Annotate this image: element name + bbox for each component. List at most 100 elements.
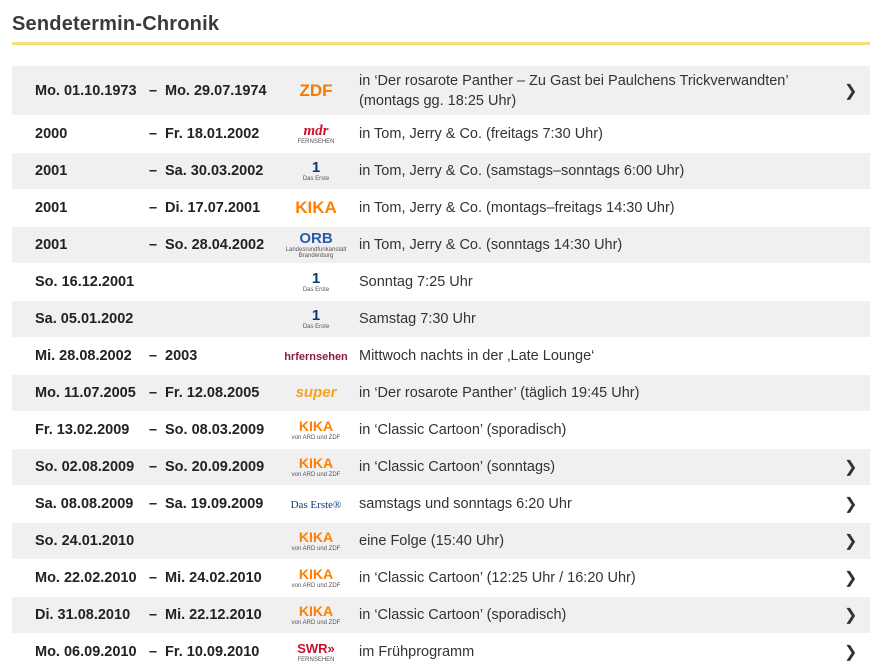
broadcast-description: in ‘Classic Cartoon’ (12:25 Uhr / 16:20 … xyxy=(359,570,636,586)
table-row: 2001 – So. 28.04.2002 ORB Landesrundfunkanst… xyxy=(12,227,870,264)
end-date: Fr. 10.09.2010 xyxy=(165,644,260,660)
channel-logo-text: KIKA xyxy=(298,418,334,434)
channel-logo-text: KIKA xyxy=(295,198,337,217)
channel-logo: KIKA von ARD und ZDF xyxy=(284,601,348,629)
broadcast-description: samstags und sonntags 6:20 Uhr xyxy=(359,496,572,512)
channel-logo-text: 1 xyxy=(311,270,321,287)
channel-logo: Das Erste® xyxy=(284,490,348,518)
start-date: Mo. 11.07.2005 xyxy=(35,385,136,401)
table-row: So. 16.12.2001 1 Das Erste Sonntag 7:25 Uhr xyxy=(12,264,870,301)
end-date: Fr. 12.08.2005 xyxy=(165,385,260,401)
table-row[interactable]: Mo. 01.10.1973– Mo. 29.07.1974 ZDF in ‘Der … xyxy=(12,66,870,116)
broadcast-description: Mittwoch nachts in der ‚Late Lounge‘ xyxy=(359,348,595,364)
table-row[interactable]: Di. 31.08.2010 – Mi. 22.12.2010 KIKA von ARD… xyxy=(12,597,870,634)
start-date: 2000 xyxy=(35,126,68,142)
channel-logo: super xyxy=(284,379,348,407)
channel-logo: KIKA von ARD und ZDF xyxy=(284,453,348,481)
table-row: Sa. 05.01.2002 1 Das Erste Samstag 7:30 Uhr xyxy=(12,301,870,338)
start-date: Sa. 08.08.2009 xyxy=(35,496,134,512)
channel-logo-subtext: von ARD und ZDF xyxy=(291,472,341,478)
start-date: Mo. 01.10.1973 xyxy=(35,82,137,99)
channel-logo: SWR» FERNSEHEN xyxy=(284,638,348,666)
start-date: Mi. 28.08.2002 xyxy=(35,348,132,364)
date-dash: – xyxy=(149,237,158,253)
date-dash: – xyxy=(149,607,158,623)
page-title: Sendetermin-Chronik xyxy=(12,13,220,35)
date-dash: – xyxy=(149,82,158,99)
chevron-right-icon[interactable]: ❯ xyxy=(844,81,857,101)
channel-logo: KIKA von ARD und ZDF xyxy=(284,564,348,592)
channel-logo-subtext: von ARD und ZDF xyxy=(291,620,341,626)
channel-logo-subtext: Das Erste xyxy=(302,324,330,330)
channel-logo-text: hrfernsehen xyxy=(284,351,348,363)
date-dash: – xyxy=(149,644,158,660)
channel-logo-subtext: Landesrundfunkanstalt Brandenburg xyxy=(285,247,347,259)
end-date: Sa. 19.09.2009 xyxy=(165,496,264,512)
table-row[interactable]: Mo. 22.02.2010– Mi. 24.02.2010 KIKA von ARD… xyxy=(12,560,870,597)
table-row[interactable]: Mo. 06.09.2010– Fr. 10.09.2010 SWR» FERNSEH… xyxy=(12,634,870,671)
chevron-right-icon[interactable]: ❯ xyxy=(844,531,857,551)
end-date: Sa. 30.03.2002 xyxy=(165,163,264,179)
end-date: So. 28.04.2002 xyxy=(165,237,265,253)
chevron-right-icon[interactable]: ❯ xyxy=(844,642,857,662)
broadcast-description: in Tom, Jerry & Co. (sonntags 14:30 Uhr) xyxy=(359,237,623,253)
channel-logo-text: ZDF xyxy=(299,80,333,100)
channel-logo-subtext: von ARD und ZDF xyxy=(291,583,341,589)
table-row[interactable]: Sa. 08.08.2009– Sa. 19.09.2009 Das Erste® s… xyxy=(12,486,870,523)
date-dash: – xyxy=(149,496,158,512)
channel-logo-text: KIKA xyxy=(298,566,334,582)
date-dash: – xyxy=(149,570,158,586)
broadcast-description: in ‘Classic Cartoon’ (sporadisch) xyxy=(359,422,567,438)
start-date: Di. 31.08.2010 xyxy=(35,607,131,623)
channel-logo-subtext: von ARD und ZDF xyxy=(291,435,341,441)
channel-logo: 1 Das Erste xyxy=(284,305,348,333)
start-date: So. 24.01.2010 xyxy=(35,533,135,549)
date-dash: – xyxy=(149,459,158,475)
broadcast-description: im Frühprogramm xyxy=(359,644,475,660)
channel-logo: ZDF xyxy=(284,77,348,105)
end-date: 2003 xyxy=(165,348,198,364)
channel-logo-subtext: FERNSEHEN xyxy=(297,657,335,663)
chevron-right-icon[interactable]: ❯ xyxy=(844,605,857,625)
end-date: Mi. 22.12.2010 xyxy=(165,607,262,623)
chevron-right-icon[interactable]: ❯ xyxy=(844,568,857,588)
date-dash: – xyxy=(149,422,158,438)
date-dash: – xyxy=(149,348,158,364)
channel-logo: 1 Das Erste xyxy=(284,157,348,185)
date-dash: – xyxy=(149,200,158,216)
broadcast-description: in ‘Der rosarote Panther – Zu Gast bei P… xyxy=(359,72,789,109)
channel-logo-text: super xyxy=(295,384,337,401)
channel-logo-text: mdr xyxy=(303,123,329,139)
title-underline xyxy=(12,42,870,45)
table-row: Mo. 11.07.2005– Fr. 12.08.2005 super in ‘De… xyxy=(12,375,870,412)
channel-logo-text: 1 xyxy=(311,159,321,176)
channel-logo-subtext: Das Erste xyxy=(302,287,330,293)
end-date: So. 20.09.2009 xyxy=(165,459,265,475)
channel-logo-text: SWR» xyxy=(297,641,335,656)
channel-logo-subtext: Das Erste xyxy=(302,176,330,182)
chevron-right-icon[interactable]: ❯ xyxy=(844,494,857,514)
broadcast-description: in Tom, Jerry & Co. (montags–freitags 14… xyxy=(359,200,675,216)
broadcast-description: in ‘Der rosarote Panther’ (täglich 19:45… xyxy=(359,385,640,401)
chevron-right-icon[interactable]: ❯ xyxy=(844,457,857,477)
table-row: 2001 – Di. 17.07.2001 KIKA in Tom, Jerry & C… xyxy=(12,190,870,227)
start-date: So. 16.12.2001 xyxy=(35,274,135,290)
end-date: So. 08.03.2009 xyxy=(165,422,265,438)
broadcast-table: Mo. 01.10.1973– Mo. 29.07.1974 ZDF in ‘Der … xyxy=(12,66,870,671)
broadcast-description: in Tom, Jerry & Co. (samstags–sonntags 6… xyxy=(359,163,685,179)
start-date: Mo. 06.09.2010 xyxy=(35,644,137,660)
date-dash: – xyxy=(149,126,158,142)
channel-logo: KIKA von ARD und ZDF xyxy=(284,416,348,444)
end-date: Di. 17.07.2001 xyxy=(165,200,261,216)
table-row: Mi. 28.08.2002 –2003 hrfernsehen Mittwoch n… xyxy=(12,338,870,375)
start-date: 2001 xyxy=(35,237,68,253)
date-dash: – xyxy=(149,385,158,401)
table-row[interactable]: So. 02.08.2009– So. 20.09.2009 KIKA von ARD… xyxy=(12,449,870,486)
date-dash: – xyxy=(149,163,158,179)
channel-logo: ORB Landesrundfunkanstalt Brandenburg xyxy=(284,231,348,259)
broadcast-description: in ‘Classic Cartoon’ (sporadisch) xyxy=(359,607,567,623)
channel-logo: KIKA von ARD und ZDF xyxy=(284,527,348,555)
table-row: 2001 – Sa. 30.03.2002 1 Das Erste in Tom, Jer… xyxy=(12,153,870,190)
start-date: Sa. 05.01.2002 xyxy=(35,311,134,327)
table-row[interactable]: So. 24.01.2010 KIKA von ARD und ZDF eine Fo… xyxy=(12,523,870,560)
